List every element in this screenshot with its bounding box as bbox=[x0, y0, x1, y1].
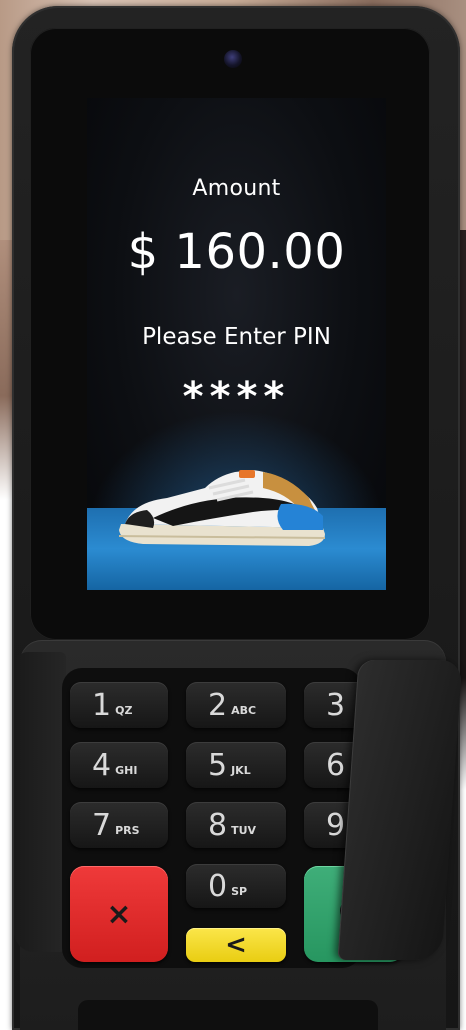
amount-value: $ 160.00 bbox=[127, 224, 346, 280]
cancel-button[interactable]: × bbox=[70, 866, 168, 962]
key-5[interactable]: 5 JKL bbox=[186, 742, 286, 788]
key-6-digit: 6 bbox=[326, 747, 346, 783]
camera-lens-icon bbox=[224, 50, 242, 68]
key-7-digit: 7 bbox=[92, 807, 112, 843]
key-7-letters: PRS bbox=[115, 823, 140, 837]
terminal-screen: Amount $ 160.00 Please Enter PIN **** bbox=[87, 98, 386, 590]
key-0[interactable]: 0 SP bbox=[186, 864, 286, 908]
left-privacy-shield bbox=[14, 652, 66, 952]
key-2-digit: 2 bbox=[208, 687, 228, 723]
sneaker-image bbox=[118, 470, 326, 546]
key-8[interactable]: 8 TUV bbox=[186, 802, 286, 848]
key-0-digit: 0 bbox=[208, 868, 228, 904]
clear-button[interactable]: < bbox=[186, 928, 286, 962]
key-1[interactable]: 1 QZ bbox=[70, 682, 168, 728]
key-4[interactable]: 4 GHI bbox=[70, 742, 168, 788]
key-2-letters: ABC bbox=[231, 703, 257, 717]
key-2[interactable]: 2 ABC bbox=[186, 682, 286, 728]
card-slot bbox=[78, 1000, 378, 1030]
key-3-digit: 3 bbox=[326, 687, 346, 723]
key-7[interactable]: 7 PRS bbox=[70, 802, 168, 848]
key-4-letters: GHI bbox=[115, 763, 138, 777]
key-4-digit: 4 bbox=[92, 747, 112, 783]
key-1-letters: QZ bbox=[115, 703, 133, 717]
amount-label: Amount bbox=[192, 176, 281, 201]
right-privacy-shield bbox=[337, 660, 463, 960]
key-5-digit: 5 bbox=[208, 747, 228, 783]
key-9-digit: 9 bbox=[326, 807, 346, 843]
key-1-digit: 1 bbox=[92, 687, 112, 723]
key-8-letters: TUV bbox=[231, 823, 257, 837]
pin-prompt: Please Enter PIN bbox=[142, 324, 331, 350]
key-8-digit: 8 bbox=[208, 807, 228, 843]
key-0-letters: SP bbox=[231, 884, 248, 898]
key-5-letters: JKL bbox=[231, 763, 251, 777]
